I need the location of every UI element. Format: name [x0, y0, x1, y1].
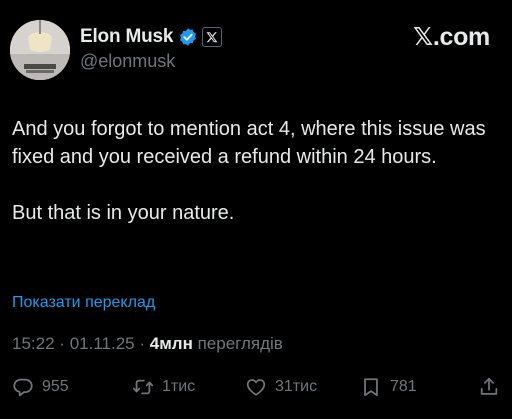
post-paragraph: But that is in your nature.	[12, 202, 235, 224]
x-logo-icon[interactable]	[202, 27, 223, 47]
tweet-card: Elon Musk @elonmusk 𝕏.com And you forgot…	[0, 0, 512, 419]
author-block: Elon Musk @elonmusk	[80, 24, 223, 72]
action-bar: 955 1тис 31тис 781	[0, 373, 512, 401]
meta-separator: ·	[59, 334, 65, 353]
repost-count: 1тис	[162, 378, 196, 395]
views-label: переглядів	[197, 334, 283, 353]
like-count: 31тис	[275, 378, 318, 395]
bookmark-button[interactable]: 781	[360, 373, 417, 401]
post-text: And you forgot to mention act 4, where t…	[12, 115, 504, 227]
translate-link[interactable]: Показати переклад	[12, 294, 155, 312]
bookmark-icon	[364, 378, 378, 397]
repost-icon	[132, 379, 154, 395]
share-icon	[480, 377, 498, 395]
share-button[interactable]	[478, 373, 500, 401]
comment-icon	[13, 378, 33, 397]
post-paragraph: And you forgot to mention act 4, where t…	[12, 118, 486, 168]
post-time[interactable]: 15:22	[12, 334, 55, 353]
like-button[interactable]: 31тис	[245, 373, 317, 401]
meta-separator: ·	[139, 334, 146, 353]
heart-icon	[246, 379, 266, 396]
reply-count: 955	[42, 378, 69, 395]
reply-button[interactable]: 955	[12, 373, 69, 401]
post-meta: 15:22 · 01.11.25 · 4млн переглядів	[12, 334, 283, 354]
post-date[interactable]: 01.11.25	[70, 334, 135, 353]
handle[interactable]: @elonmusk	[80, 51, 222, 72]
avatar[interactable]	[10, 20, 70, 80]
repost-button[interactable]: 1тис	[132, 373, 195, 401]
name-row: Elon Musk	[80, 24, 223, 50]
bookmark-count: 781	[390, 378, 417, 395]
display-name[interactable]: Elon Musk	[80, 26, 173, 48]
verified-badge-icon	[180, 28, 197, 46]
views-count: 4млн	[149, 334, 193, 353]
brand-label: 𝕏.com	[413, 23, 490, 51]
